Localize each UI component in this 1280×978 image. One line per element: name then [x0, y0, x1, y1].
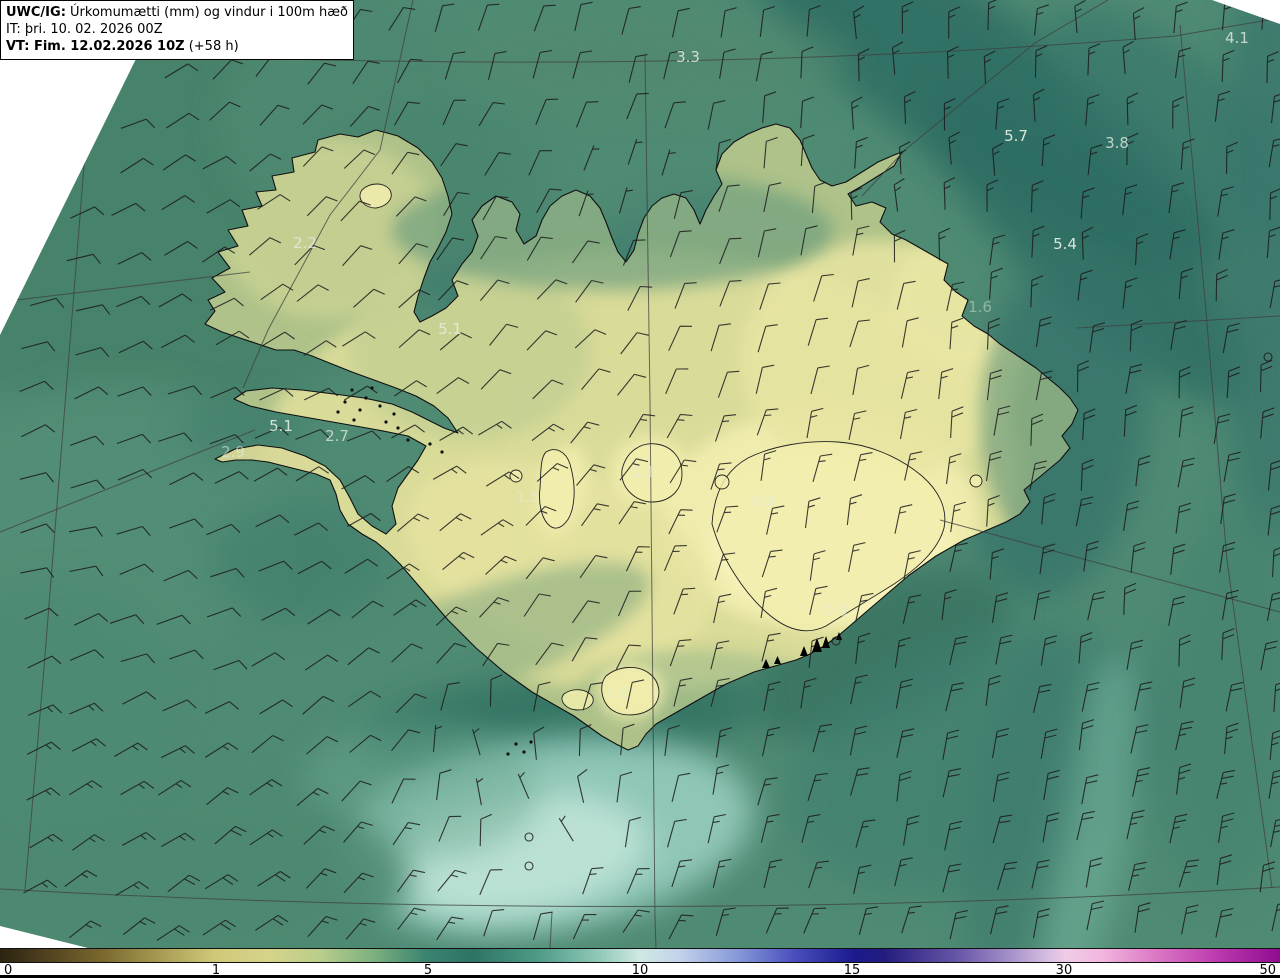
init-time: IT: þri. 10. 02. 2026 00Z: [6, 22, 163, 38]
colorbar-tick: 10: [631, 963, 649, 978]
product-description: Úrkomumætti (mm) og vindur i 100m hæð: [65, 5, 348, 20]
colorbar-tick: 5: [423, 963, 433, 978]
contour-label: 5.4: [1053, 235, 1077, 253]
weather-map-page: 3.3 4.1 5.7 3.8 5.4 2.2 5.1 5.1 2.7 2.9 1.5 1.1 0.9 0…: [0, 0, 1280, 978]
colorbar-tick: 50: [1259, 963, 1276, 978]
precipitation-colorbar: 0 1 5 10 15 30 50: [0, 948, 1280, 978]
colorbar-gradient: [0, 948, 1280, 963]
contour-label: 0.9: [824, 602, 848, 620]
contour-label: 5.1: [438, 320, 462, 338]
contour-label: 5.1: [269, 417, 293, 435]
contour-label: 2.9: [221, 443, 245, 461]
contour-label: 3.8: [1105, 134, 1129, 152]
product-code: UWC/IG:: [6, 5, 66, 20]
contour-label: 1.6: [968, 298, 992, 316]
colorbar-tick: 30: [1055, 963, 1073, 978]
contour-label: 2.2: [293, 234, 317, 252]
valid-time: VT: Fim. 12.02.2026 10Z (+58 h): [6, 39, 239, 55]
precipitation-wind-map: 3.3 4.1 5.7 3.8 5.4 2.2 5.1 5.1 2.7 2.9 1.5 1.1 0.9 0…: [0, 0, 1280, 948]
contour-label: 2.7: [325, 427, 349, 445]
map-title-box: UWC/IG: Úrkomumætti (mm) og vindur i 100…: [0, 0, 354, 61]
colorbar-tick: 15: [843, 963, 861, 978]
colorbar-tick: 0: [4, 963, 13, 978]
colorbar-tick: 1: [211, 963, 221, 978]
product-title: UWC/IG: Úrkomumætti (mm) og vindur i 100…: [6, 4, 348, 21]
contour-label: 1.5: [516, 488, 540, 506]
contour-label: 3.3: [676, 48, 700, 66]
lead-time: (+58 h): [184, 39, 239, 55]
contour-label: 4.1: [1225, 29, 1249, 47]
contour-label: 5.7: [1004, 127, 1028, 145]
contour-label: 1.1: [631, 463, 655, 481]
contour-label: 1.6: [605, 684, 629, 702]
contour-label: 0.9: [751, 492, 775, 510]
